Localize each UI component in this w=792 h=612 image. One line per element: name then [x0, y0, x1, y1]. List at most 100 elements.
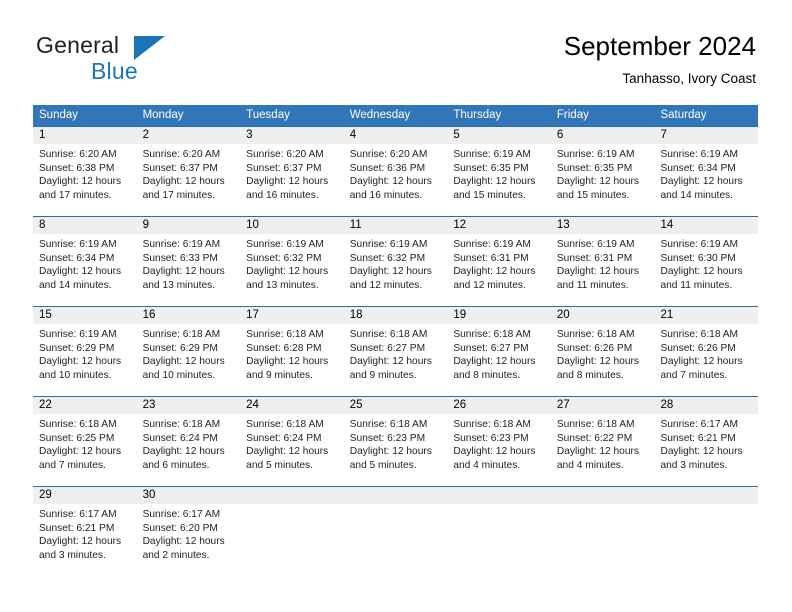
day-number[interactable]: 6 — [551, 127, 655, 144]
day-cell[interactable]: Sunrise: 6:20 AM Sunset: 6:36 PM Dayligh… — [344, 144, 448, 216]
daylight-text-cont: and 3 minutes. — [660, 459, 728, 471]
day-number[interactable]: 3 — [240, 127, 344, 144]
sunrise-text: Sunrise: 6:19 AM — [349, 239, 428, 250]
day-number[interactable]: 24 — [240, 397, 344, 414]
sunrise-text: Sunrise: 6:19 AM — [453, 239, 531, 250]
daylight-text: Daylight: 12 hours — [246, 176, 329, 188]
week-detail-row: Sunrise: 6:18 AM Sunset: 6:25 PM Dayligh… — [33, 414, 758, 486]
sunrise-text: Sunrise: 6:18 AM — [556, 419, 635, 430]
sunset-text: Sunset: 6:35 PM — [556, 162, 633, 174]
daylight-text: Daylight: 12 hours — [660, 266, 743, 278]
day-number[interactable]: 15 — [33, 307, 137, 324]
day-cell[interactable]: Sunrise: 6:18 AM Sunset: 6:25 PM Dayligh… — [33, 414, 137, 486]
sunrise-text: Sunrise: 6:17 AM — [660, 419, 739, 430]
day-number[interactable]: 4 — [344, 127, 448, 144]
day-cell[interactable]: Sunrise: 6:18 AM Sunset: 6:22 PM Dayligh… — [551, 414, 655, 486]
day-number[interactable]: 27 — [551, 397, 655, 414]
day-cell-empty — [240, 504, 344, 576]
location-subtitle: Tanhasso, Ivory Coast — [622, 71, 756, 86]
day-number[interactable]: 14 — [654, 217, 758, 234]
day-cell[interactable]: Sunrise: 6:20 AM Sunset: 6:38 PM Dayligh… — [33, 144, 137, 216]
daylight-text: Daylight: 12 hours — [556, 176, 640, 188]
day-number[interactable]: 20 — [551, 307, 655, 324]
day-cell[interactable]: Sunrise: 6:18 AM Sunset: 6:27 PM Dayligh… — [447, 324, 551, 396]
daylight-text: Daylight: 12 hours — [349, 446, 432, 458]
day-cell[interactable]: Sunrise: 6:19 AM Sunset: 6:32 PM Dayligh… — [344, 234, 448, 306]
day-cell[interactable]: Sunrise: 6:19 AM Sunset: 6:35 PM Dayligh… — [447, 144, 551, 216]
day-cell[interactable]: Sunrise: 6:19 AM Sunset: 6:31 PM Dayligh… — [447, 234, 551, 306]
day-cell[interactable]: Sunrise: 6:18 AM Sunset: 6:26 PM Dayligh… — [654, 324, 758, 396]
day-cell[interactable]: Sunrise: 6:18 AM Sunset: 6:24 PM Dayligh… — [240, 414, 344, 486]
day-number[interactable]: 13 — [551, 217, 655, 234]
brand-logo[interactable]: General Blue — [36, 32, 256, 88]
day-cell[interactable]: Sunrise: 6:19 AM Sunset: 6:34 PM Dayligh… — [654, 144, 758, 216]
day-cell[interactable]: Sunrise: 6:20 AM Sunset: 6:37 PM Dayligh… — [137, 144, 241, 216]
daylight-text-cont: and 15 minutes. — [453, 189, 526, 201]
day-number[interactable]: 30 — [137, 487, 241, 504]
day-cell[interactable]: Sunrise: 6:18 AM Sunset: 6:28 PM Dayligh… — [240, 324, 344, 396]
day-number[interactable]: 23 — [137, 397, 241, 414]
sunset-text: Sunset: 6:20 PM — [142, 522, 218, 534]
calendar-grid: Sunday Monday Tuesday Wednesday Thursday… — [33, 105, 758, 576]
week-date-band: 22 23 24 25 26 27 28 — [33, 397, 758, 414]
daylight-text-cont: and 8 minutes. — [556, 369, 624, 381]
sunset-text: Sunset: 6:28 PM — [246, 342, 322, 354]
sunrise-text: Sunrise: 6:20 AM — [349, 149, 428, 160]
week-row: 22 23 24 25 26 27 28 Sunrise: 6:18 AM Su… — [33, 396, 758, 486]
day-cell[interactable]: Sunrise: 6:18 AM Sunset: 6:29 PM Dayligh… — [137, 324, 241, 396]
day-cell[interactable]: Sunrise: 6:19 AM Sunset: 6:33 PM Dayligh… — [137, 234, 241, 306]
day-cell[interactable]: Sunrise: 6:20 AM Sunset: 6:37 PM Dayligh… — [240, 144, 344, 216]
day-number[interactable]: 2 — [137, 127, 241, 144]
day-cell[interactable]: Sunrise: 6:18 AM Sunset: 6:23 PM Dayligh… — [344, 414, 448, 486]
day-number[interactable]: 1 — [33, 127, 137, 144]
day-number[interactable]: 10 — [240, 217, 344, 234]
day-number[interactable]: 9 — [137, 217, 241, 234]
daylight-text: Daylight: 12 hours — [39, 446, 122, 458]
daylight-text: Daylight: 12 hours — [556, 446, 640, 458]
day-cell[interactable]: Sunrise: 6:19 AM Sunset: 6:29 PM Dayligh… — [33, 324, 137, 396]
day-number[interactable]: 7 — [654, 127, 758, 144]
day-cell[interactable]: Sunrise: 6:17 AM Sunset: 6:21 PM Dayligh… — [654, 414, 758, 486]
sunset-text: Sunset: 6:33 PM — [142, 252, 218, 264]
day-number[interactable]: 11 — [344, 217, 448, 234]
day-cell[interactable]: Sunrise: 6:19 AM Sunset: 6:30 PM Dayligh… — [654, 234, 758, 306]
day-cell[interactable]: Sunrise: 6:19 AM Sunset: 6:34 PM Dayligh… — [33, 234, 137, 306]
daylight-text: Daylight: 12 hours — [556, 356, 640, 368]
day-cell[interactable]: Sunrise: 6:19 AM Sunset: 6:32 PM Dayligh… — [240, 234, 344, 306]
daylight-text: Daylight: 12 hours — [349, 266, 432, 278]
sunrise-text: Sunrise: 6:18 AM — [349, 419, 428, 430]
daylight-text-cont: and 4 minutes. — [556, 459, 624, 471]
day-cell[interactable]: Sunrise: 6:18 AM Sunset: 6:23 PM Dayligh… — [447, 414, 551, 486]
week-row: 1 2 3 4 5 6 7 Sunrise: 6:20 AM Sunset: 6… — [33, 126, 758, 216]
daylight-text: Daylight: 12 hours — [660, 356, 743, 368]
day-number[interactable]: 25 — [344, 397, 448, 414]
weekday-header-row: Sunday Monday Tuesday Wednesday Thursday… — [33, 105, 758, 126]
daylight-text-cont: and 7 minutes. — [660, 369, 728, 381]
day-number[interactable]: 28 — [654, 397, 758, 414]
day-number[interactable]: 12 — [447, 217, 551, 234]
day-number[interactable]: 26 — [447, 397, 551, 414]
day-cell[interactable]: Sunrise: 6:17 AM Sunset: 6:21 PM Dayligh… — [33, 504, 137, 576]
week-detail-row: Sunrise: 6:19 AM Sunset: 6:29 PM Dayligh… — [33, 324, 758, 396]
daylight-text: Daylight: 12 hours — [349, 356, 432, 368]
day-number[interactable]: 21 — [654, 307, 758, 324]
day-cell[interactable]: Sunrise: 6:18 AM Sunset: 6:26 PM Dayligh… — [551, 324, 655, 396]
day-number[interactable]: 17 — [240, 307, 344, 324]
sunrise-text: Sunrise: 6:19 AM — [660, 149, 739, 160]
day-number[interactable]: 8 — [33, 217, 137, 234]
day-cell[interactable]: Sunrise: 6:18 AM Sunset: 6:24 PM Dayligh… — [137, 414, 241, 486]
day-number[interactable]: 22 — [33, 397, 137, 414]
weekday-header-sunday: Sunday — [39, 109, 79, 121]
day-number[interactable]: 18 — [344, 307, 448, 324]
day-number[interactable]: 5 — [447, 127, 551, 144]
sunset-text: Sunset: 6:21 PM — [39, 522, 115, 534]
day-number[interactable]: 19 — [447, 307, 551, 324]
day-number[interactable]: 16 — [137, 307, 241, 324]
day-cell[interactable]: Sunrise: 6:19 AM Sunset: 6:31 PM Dayligh… — [551, 234, 655, 306]
day-number[interactable]: 29 — [33, 487, 137, 504]
day-cell[interactable]: Sunrise: 6:18 AM Sunset: 6:27 PM Dayligh… — [344, 324, 448, 396]
day-cell[interactable]: Sunrise: 6:17 AM Sunset: 6:20 PM Dayligh… — [137, 504, 241, 576]
day-cell[interactable]: Sunrise: 6:19 AM Sunset: 6:35 PM Dayligh… — [551, 144, 655, 216]
day-cell-empty — [344, 504, 448, 576]
sunset-text: Sunset: 6:34 PM — [660, 162, 736, 174]
